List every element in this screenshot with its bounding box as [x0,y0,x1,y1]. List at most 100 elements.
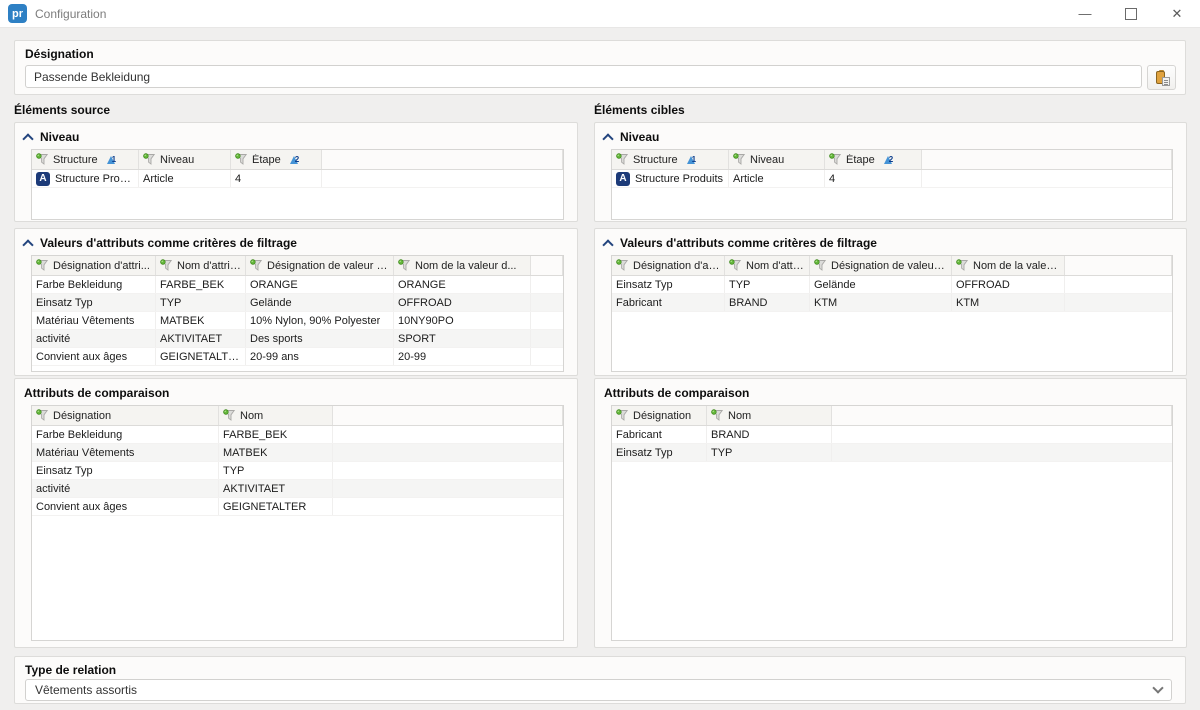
empty-cell [1065,294,1172,311]
table-cell: KTM [810,294,952,311]
filter-icon[interactable] [814,259,827,272]
table-cell: SPORT [394,330,531,347]
table-row[interactable]: Convient aux âgesGEIGNETALTER [32,498,563,516]
chevron-up-icon[interactable] [22,239,33,250]
column-header[interactable]: Structure1 [32,150,139,169]
chevron-up-icon[interactable] [22,133,33,144]
column-header[interactable]: Niveau [139,150,231,169]
filter-icon[interactable] [616,153,629,166]
column-header[interactable]: Nom de la valeur... [952,256,1065,275]
table-cell: Gelände [810,276,952,293]
column-header[interactable]: Niveau [729,150,825,169]
table-cell: TYP [219,462,333,479]
table-cell: 10NY90PO [394,312,531,329]
filter-icon[interactable] [829,153,842,166]
table-cell: Matériau Vêtements [32,312,156,329]
table-header-row: Structure1NiveauÉtape2 [612,150,1172,170]
table-cell: FARBE_BEK [156,276,246,293]
table-row[interactable]: Einsatz TypTYPGeländeOFFROAD [32,294,563,312]
title-bar: pr Configuration — ✕ [0,0,1200,28]
column-header[interactable]: Nom [707,406,832,425]
section-title: Valeurs d'attributs comme critères de fi… [620,236,877,250]
empty-header-cell [922,150,1172,169]
table-header-row: DésignationNom [612,406,1172,426]
table-cell: TYP [156,294,246,311]
app-logo-icon: pr [8,4,27,23]
table-row[interactable]: Farbe BekleidungFARBE_BEKORANGEORANGE [32,276,563,294]
table-row[interactable]: activitéAKTIVITAETDes sportsSPORT [32,330,563,348]
column-header[interactable]: Désignation d'attribut [612,256,725,275]
column-header[interactable]: Nom d'attribut [156,256,246,275]
chevron-up-icon[interactable] [602,133,613,144]
relation-type-dropdown[interactable]: Vêtements assortis [25,679,1172,701]
column-header[interactable]: Désignation de valeur d'a... [810,256,952,275]
table-cell: GEIGNETALTER [156,348,246,365]
designation-input[interactable] [25,65,1142,88]
column-header[interactable]: Désignation de valeur d'a... [246,256,394,275]
minimize-button[interactable]: — [1062,0,1108,27]
table-row[interactable]: FabricantBRANDKTMKTM [612,294,1172,312]
empty-header-cell [531,256,563,275]
column-header[interactable]: Nom d'attribut [725,256,810,275]
column-header[interactable]: Nom [219,406,333,425]
close-button[interactable]: ✕ [1154,0,1200,27]
column-header[interactable]: Désignation d'attri... [32,256,156,275]
column-header[interactable]: Étape2 [825,150,922,169]
table-cell: KTM [952,294,1065,311]
table-row[interactable]: Einsatz TypTYP [612,444,1172,462]
table-row[interactable]: Matériau VêtementsMATBEK10% Nylon, 90% P… [32,312,563,330]
filter-icon[interactable] [235,153,248,166]
sort-order-icon: 2 [290,156,299,164]
filter-icon[interactable] [143,153,156,166]
filter-icon[interactable] [398,259,411,272]
column-header[interactable]: Structure1 [612,150,729,169]
table-row[interactable]: activitéAKTIVITAET [32,480,563,498]
column-header[interactable]: Étape2 [231,150,322,169]
table-row[interactable]: Matériau VêtementsMATBEK [32,444,563,462]
filter-icon[interactable] [36,259,49,272]
filter-icon[interactable] [711,409,724,422]
filter-icon[interactable] [36,153,49,166]
table-cell: GEIGNETALTER [219,498,333,515]
empty-cell [922,170,1172,187]
table-row[interactable]: Convient aux âgesGEIGNETALTER20-99 ans20… [32,348,563,366]
chevron-up-icon[interactable] [602,239,613,250]
filter-icon[interactable] [733,153,746,166]
filter-icon[interactable] [250,259,263,272]
column-header[interactable]: Désignation [612,406,707,425]
table-row[interactable]: Einsatz TypTYPGeländeOFFROAD [612,276,1172,294]
filter-icon[interactable] [160,259,173,272]
filter-icon[interactable] [223,409,236,422]
filter-icon[interactable] [616,409,629,422]
chevron-down-icon [1152,682,1163,693]
table-row[interactable]: AStructure Prod...Article4 [32,170,563,188]
table-row[interactable]: FabricantBRAND [612,426,1172,444]
sort-order-icon: 1 [107,156,116,164]
designation-label: Désignation [25,47,94,61]
column-header[interactable]: Désignation [32,406,219,425]
table-row[interactable]: AStructure ProduitsArticle4 [612,170,1172,188]
table-cell: Farbe Bekleidung [32,276,156,293]
table-row[interactable]: Einsatz TypTYP [32,462,563,480]
table-cell: AStructure Prod... [32,170,139,187]
column-header[interactable]: Nom de la valeur d... [394,256,531,275]
table-cell: Matériau Vêtements [32,444,219,461]
maximize-button[interactable] [1108,0,1154,27]
empty-cell [832,444,1172,461]
table-cell: 4 [825,170,922,187]
paste-button[interactable] [1147,65,1176,90]
table-row[interactable]: Farbe BekleidungFARBE_BEK [32,426,563,444]
empty-cell [322,170,563,187]
empty-header-cell [832,406,1172,425]
empty-cell [1065,276,1172,293]
table-cell: MATBEK [156,312,246,329]
filter-icon[interactable] [36,409,49,422]
table-cell: AKTIVITAET [219,480,333,497]
filter-icon[interactable] [729,259,742,272]
sort-order-icon: 2 [884,156,893,164]
section-title: Attributs de comparaison [604,386,749,400]
empty-cell [333,498,563,515]
clipboard-icon [1154,70,1170,86]
filter-icon[interactable] [956,259,969,272]
filter-icon[interactable] [616,259,629,272]
